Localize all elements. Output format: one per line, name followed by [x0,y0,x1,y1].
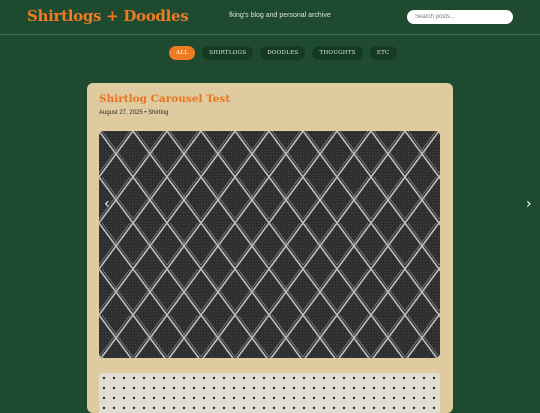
next-post-image[interactable] [99,373,440,413]
fabric-pattern-image [99,131,440,358]
carousel-next-icon[interactable]: › [526,197,532,211]
site-tagline: fking's blog and personal archive [229,12,331,19]
site-title[interactable]: Shirtlogs + Doodles [27,7,189,25]
search-input[interactable] [407,10,513,24]
category-filters: ALL SHIRTLOGS DOODLES THOUGHTS ETC [169,46,397,60]
post-meta: August 27, 2025 • Shirtlog [99,110,169,116]
carousel-prev-icon[interactable]: ‹ [104,197,110,211]
carousel-image[interactable] [99,131,440,358]
site-header: Shirtlogs + Doodles fking's blog and per… [0,0,540,35]
filter-thoughts[interactable]: THOUGHTS [312,46,363,60]
post-card: Shirtlog Carousel Test August 27, 2025 •… [87,83,453,413]
filter-etc[interactable]: ETC [369,46,397,60]
filter-doodles[interactable]: DOODLES [260,46,306,60]
filter-shirtlogs[interactable]: SHIRTLOGS [202,46,254,60]
dot-pattern-image [99,373,440,413]
post-title[interactable]: Shirtlog Carousel Test [99,93,230,105]
filter-all[interactable]: ALL [169,46,196,60]
